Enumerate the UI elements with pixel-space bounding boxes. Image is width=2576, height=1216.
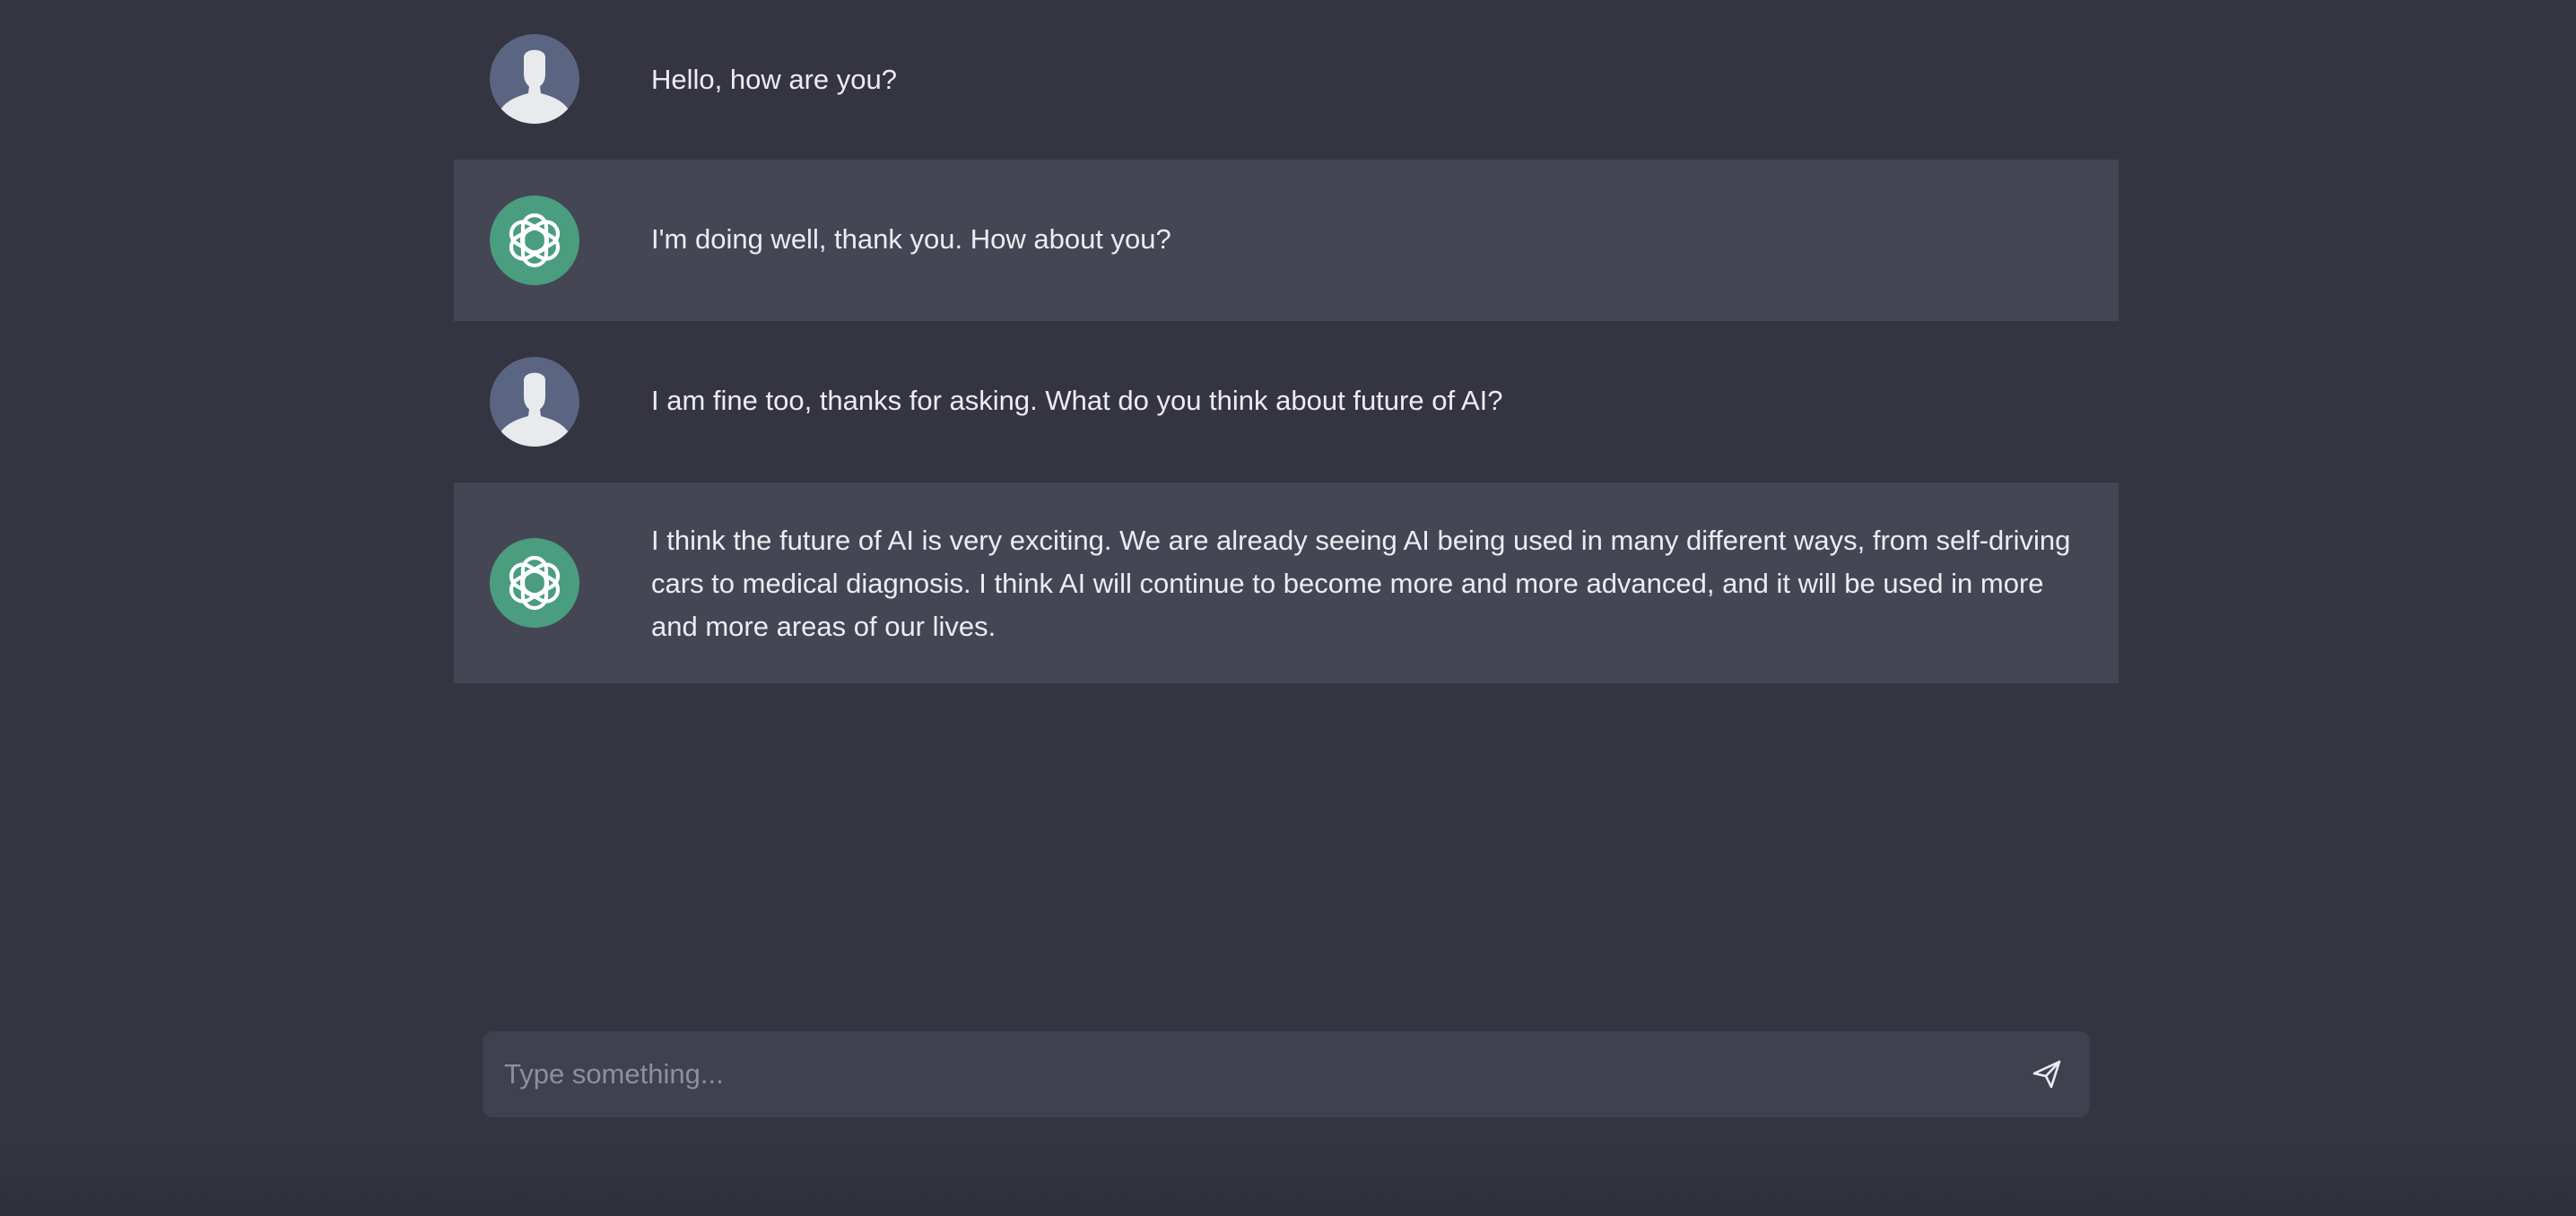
message-text: I'm doing well, thank you. How about you… bbox=[651, 223, 1171, 255]
message-input[interactable] bbox=[504, 1031, 1993, 1117]
user-avatar-icon bbox=[490, 357, 579, 447]
assistant-message: I think the future of AI is very excitin… bbox=[454, 482, 2119, 683]
chat-app: Hello, how are you? I'm doing well, than… bbox=[0, 0, 2576, 1216]
message-text: I am fine too, thanks for asking. What d… bbox=[651, 385, 1503, 416]
user-avatar-icon bbox=[490, 34, 579, 124]
send-icon bbox=[2032, 1060, 2061, 1089]
openai-logo-icon bbox=[490, 538, 579, 628]
assistant-message: I'm doing well, thank you. How about you… bbox=[454, 160, 2119, 321]
composer bbox=[483, 1031, 2090, 1117]
user-message: Hello, how are you? bbox=[454, 0, 2119, 160]
message-list: Hello, how are you? I'm doing well, than… bbox=[454, 0, 2119, 683]
send-button[interactable] bbox=[2029, 1056, 2065, 1092]
openai-logo-icon bbox=[490, 195, 579, 285]
user-message: I am fine too, thanks for asking. What d… bbox=[454, 321, 2119, 482]
message-text: I think the future of AI is very excitin… bbox=[651, 525, 2071, 642]
message-text: Hello, how are you? bbox=[651, 64, 897, 95]
